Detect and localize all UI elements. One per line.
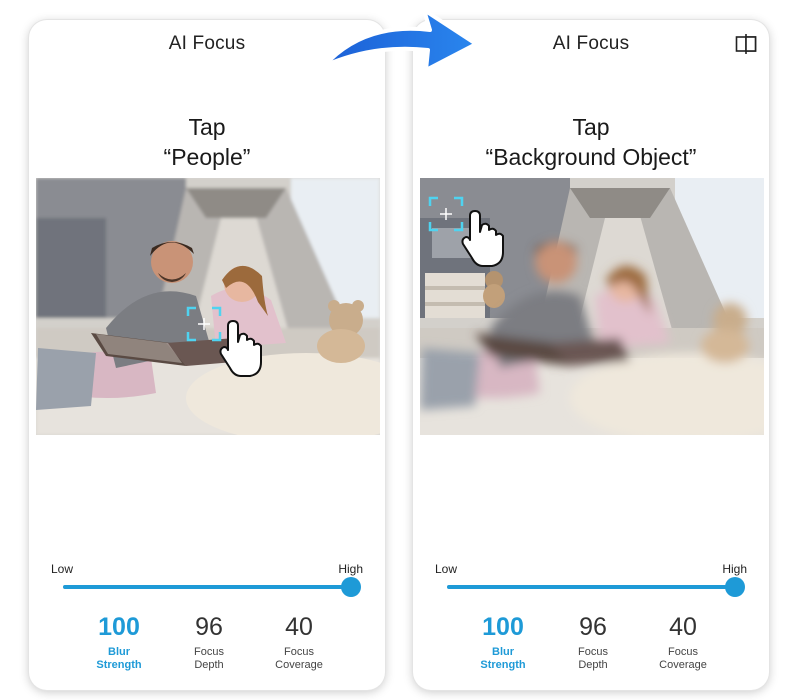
metric-blur-strength[interactable]: 100 Blur Strength bbox=[453, 612, 553, 672]
metric-focus-coverage[interactable]: 40 Focus Coverage bbox=[249, 612, 349, 672]
slider-high-label: High bbox=[338, 562, 363, 576]
split-compare-icon[interactable] bbox=[735, 34, 757, 54]
metric-value: 96 bbox=[579, 613, 607, 641]
metric-label: Focus Coverage bbox=[275, 646, 323, 671]
tap-hand-icon bbox=[186, 306, 262, 377]
metric-value: 100 bbox=[98, 613, 140, 641]
slider-fill bbox=[63, 585, 351, 589]
left-phone-screen: AI Focus Tap “People” Low High 100 Blur … bbox=[29, 20, 385, 690]
metric-value: 40 bbox=[669, 613, 697, 641]
photo-preview[interactable] bbox=[36, 178, 380, 435]
instruction-text: Tap “People” bbox=[29, 112, 385, 172]
blur-slider[interactable] bbox=[447, 577, 745, 597]
instruction-line-2: “Background Object” bbox=[485, 144, 697, 170]
instruction-line-1: Tap bbox=[188, 114, 226, 140]
slider-low-label: Low bbox=[51, 562, 74, 576]
transition-arrow-icon bbox=[322, 8, 478, 72]
instruction-line-2: “People” bbox=[163, 144, 251, 170]
metrics-row: 100 Blur Strength 96 Focus Depth 40 Focu… bbox=[29, 612, 385, 682]
tap-hand-icon bbox=[428, 196, 504, 267]
instruction-text: Tap “Background Object” bbox=[413, 112, 769, 172]
metric-blur-strength[interactable]: 100 Blur Strength bbox=[69, 612, 169, 672]
metric-label: Focus Depth bbox=[578, 646, 608, 671]
metric-focus-coverage[interactable]: 40 Focus Coverage bbox=[633, 612, 733, 672]
blur-slider[interactable] bbox=[63, 577, 361, 597]
slider-thumb[interactable] bbox=[725, 577, 745, 597]
metric-value: 96 bbox=[195, 613, 223, 641]
metric-label: Blur Strength bbox=[480, 646, 526, 671]
metric-focus-depth[interactable]: 96 Focus Depth bbox=[543, 612, 643, 672]
instruction-line-1: Tap bbox=[572, 114, 610, 140]
right-phone-screen: AI Focus Tap “Background Object” Low Hig… bbox=[413, 20, 769, 690]
metric-value: 40 bbox=[285, 613, 313, 641]
slider-low-label: Low bbox=[435, 562, 458, 576]
metric-label: Focus Coverage bbox=[659, 646, 707, 671]
slider-high-label: High bbox=[722, 562, 747, 576]
photo-preview[interactable] bbox=[420, 178, 764, 435]
metric-value: 100 bbox=[482, 613, 524, 641]
slider-thumb[interactable] bbox=[341, 577, 361, 597]
metrics-row: 100 Blur Strength 96 Focus Depth 40 Focu… bbox=[413, 612, 769, 682]
metric-label: Focus Depth bbox=[194, 646, 224, 671]
slider-fill bbox=[447, 585, 735, 589]
metric-focus-depth[interactable]: 96 Focus Depth bbox=[159, 612, 259, 672]
metric-label: Blur Strength bbox=[96, 646, 142, 671]
